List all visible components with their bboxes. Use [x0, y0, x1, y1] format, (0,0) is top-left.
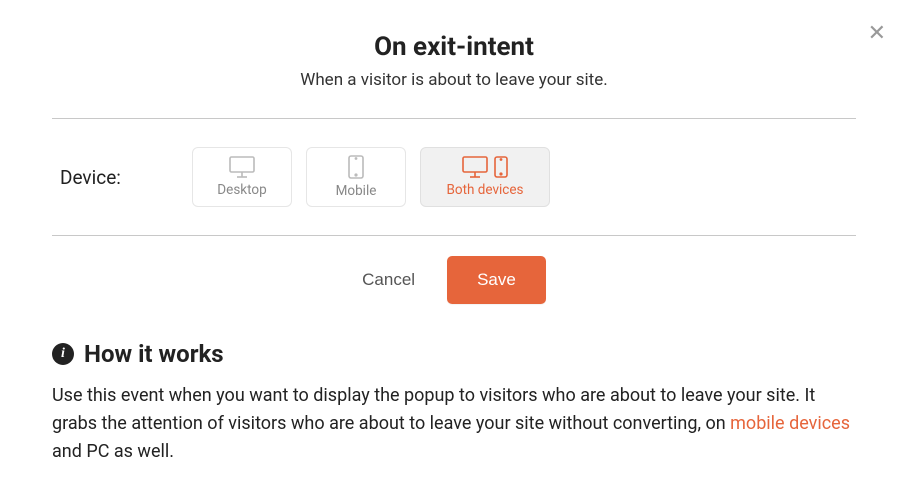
desktop-icon [229, 156, 255, 178]
option-desktop[interactable]: Desktop [192, 147, 292, 207]
modal-title: On exit-intent [52, 32, 856, 62]
how-text-after: and PC as well. [52, 441, 174, 462]
cancel-button[interactable]: Cancel [362, 270, 415, 290]
option-mobile[interactable]: Mobile [306, 147, 406, 207]
close-icon[interactable]: ✕ [868, 22, 886, 44]
how-it-works-heading: i How it works [52, 340, 856, 368]
modal-subtitle: When a visitor is about to leave your si… [52, 70, 856, 90]
both-devices-icon [462, 156, 508, 178]
mobile-devices-link[interactable]: mobile devices [730, 413, 850, 434]
save-button[interactable]: Save [447, 256, 546, 304]
device-label: Device: [52, 166, 152, 189]
device-row: Device: Desktop [52, 119, 856, 235]
how-it-works-title: How it works [84, 340, 224, 368]
how-text-before: Use this event when you want to display … [52, 385, 815, 434]
how-it-works-text: Use this event when you want to display … [52, 382, 856, 466]
option-both-label: Both devices [446, 182, 523, 198]
mobile-icon [348, 155, 364, 179]
option-desktop-label: Desktop [217, 182, 266, 198]
info-icon: i [52, 343, 74, 365]
option-mobile-label: Mobile [336, 183, 377, 199]
action-bar: Cancel Save [52, 236, 856, 340]
device-options: Desktop Mobile [192, 147, 550, 207]
option-both-devices[interactable]: Both devices [420, 147, 550, 207]
